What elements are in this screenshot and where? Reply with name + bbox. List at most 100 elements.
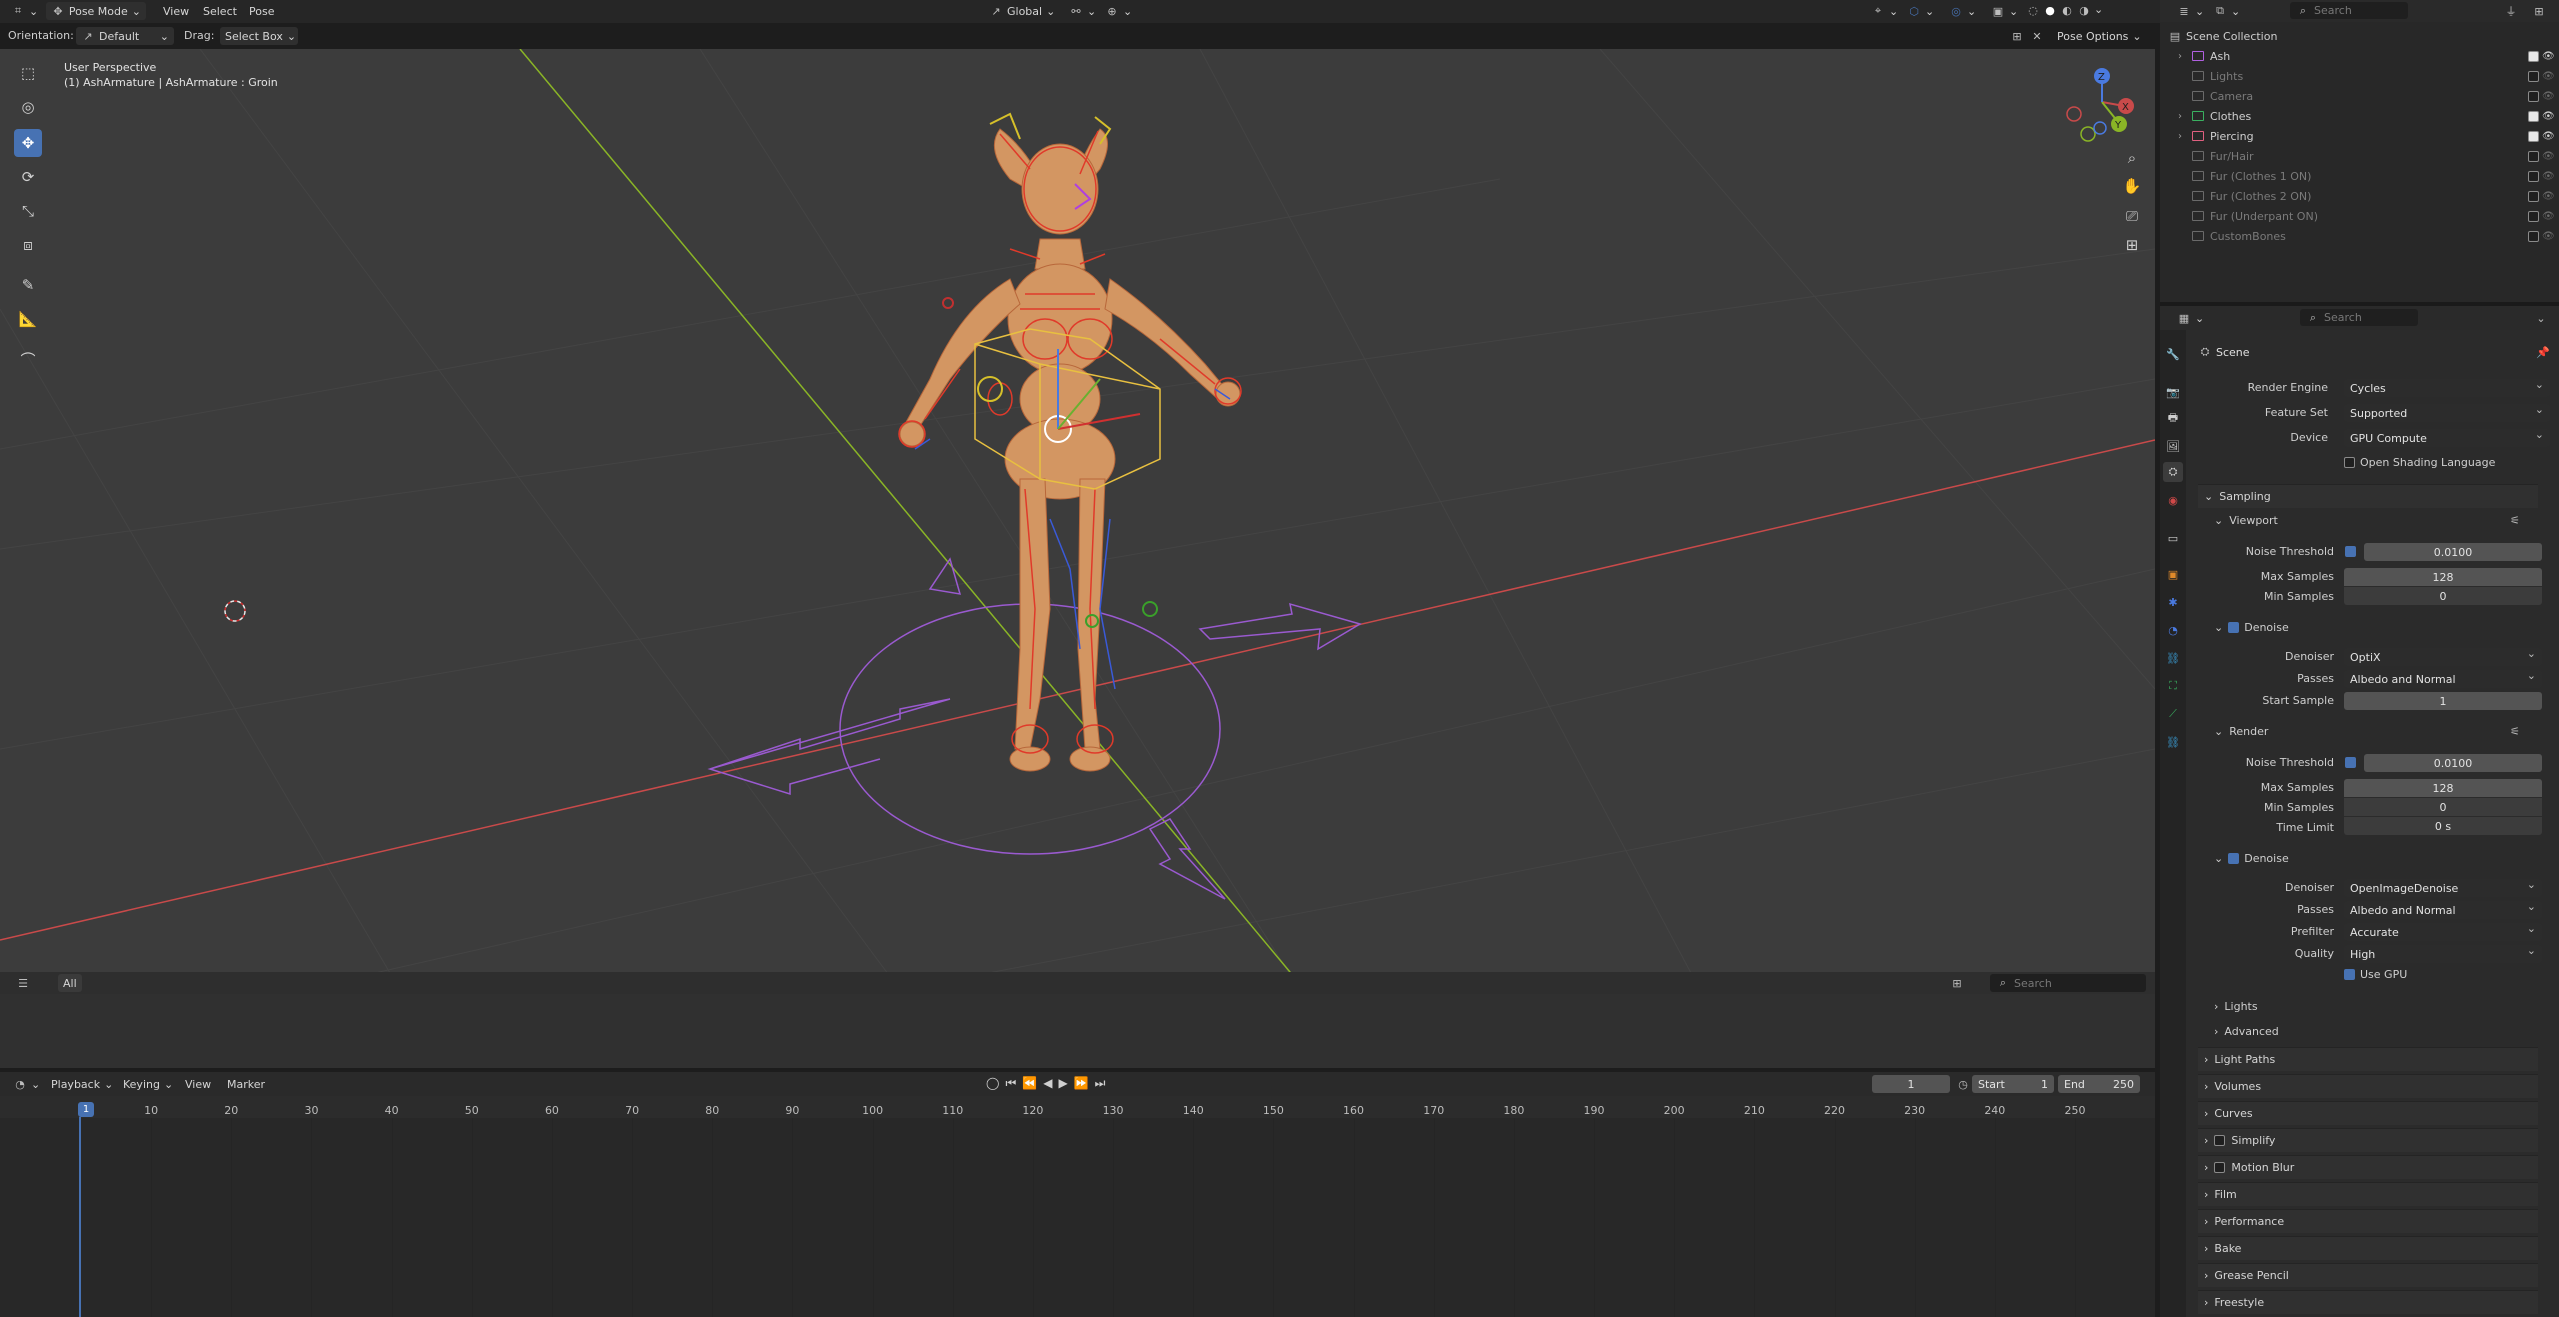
tab-output[interactable]: 🖶 (2163, 408, 2183, 428)
eye-icon[interactable]: 👁 (2542, 111, 2555, 122)
r-passes-dropdown[interactable]: Albedo and Normal (2344, 900, 2542, 919)
tab-collection[interactable]: ▭ (2163, 528, 2183, 548)
panel-bake[interactable]: › Bake (2198, 1236, 2538, 1260)
exclude-checkbox[interactable] (2528, 190, 2539, 202)
prev-keyframe-icon[interactable]: ⏪ (1022, 1076, 1037, 1091)
drag-dropdown[interactable]: Select Box ⌄ (220, 27, 298, 45)
panel-motion-blur[interactable]: › Motion Blur (2198, 1155, 2538, 1179)
expand-arrow-icon[interactable]: › (2178, 111, 2182, 122)
expand-arrow-icon[interactable]: › (2178, 131, 2182, 142)
outliner-item-7[interactable]: Fur (Clothes 2 ON) 👁 (2160, 186, 2559, 206)
expand-arrow-icon[interactable]: › (2178, 51, 2182, 62)
device-dropdown[interactable]: GPU Compute (2344, 428, 2550, 447)
menu-pose[interactable]: Pose (244, 2, 279, 20)
pin-icon[interactable]: 📌 (2536, 345, 2550, 359)
outliner-editor-type[interactable]: ≣ ⌄ (2172, 2, 2209, 20)
viewport-presets-icon[interactable]: ⚟ (2508, 513, 2522, 527)
panel-enable-checkbox[interactable] (2214, 1162, 2226, 1173)
panel-curves[interactable]: › Curves (2198, 1101, 2538, 1125)
panel-simplify[interactable]: › Simplify (2198, 1128, 2538, 1152)
tab-render[interactable]: 📷 (2163, 382, 2183, 402)
asset-search-input[interactable]: ⌕ Search (1990, 974, 2146, 992)
tab-constraints[interactable]: ⛓ (2163, 648, 2183, 668)
end-frame-field[interactable]: End 250 (2058, 1075, 2140, 1093)
mode-dropdown[interactable]: ✥ Pose Mode ⌄ (46, 2, 146, 20)
panel-grease-pencil[interactable]: › Grease Pencil (2198, 1263, 2538, 1287)
exclude-checkbox[interactable] (2528, 230, 2539, 242)
camera-view-button[interactable]: ⎚ (2120, 201, 2144, 231)
vp-denoise-checkbox[interactable] (2228, 621, 2240, 633)
timeline-editor-type[interactable]: ◔ ⌄ (8, 1075, 45, 1093)
outliner-item-3[interactable]: › Clothes 👁 (2160, 106, 2559, 126)
menu-keying[interactable]: Keying ⌄ (118, 1075, 178, 1093)
vp-passes-dropdown[interactable]: Albedo and Normal (2344, 669, 2542, 688)
outliner-item-6[interactable]: Fur (Clothes 1 ON) 👁 (2160, 166, 2559, 186)
properties-editor-type[interactable]: ▦ ⌄ (2172, 309, 2209, 327)
measure-tool[interactable]: 📐 (14, 305, 42, 333)
tab-tool[interactable]: 🔧 (2163, 344, 2183, 364)
annotate-tool[interactable]: ✎ (14, 271, 42, 299)
r-time-field[interactable]: 0 s (2344, 817, 2542, 835)
eye-icon[interactable]: 👁 (2542, 231, 2555, 242)
play-reverse-icon[interactable]: ◀ (1043, 1076, 1052, 1091)
r-noise-field[interactable]: 0.0100 (2364, 754, 2542, 772)
xray-toggle[interactable]: ▣ ⌄ (1986, 2, 2023, 20)
sampling-panel-header[interactable]: ⌄ Sampling (2198, 484, 2538, 508)
transform-orientation-dropdown[interactable]: ↗ Global ⌄ (984, 2, 1060, 20)
tab-view-layer[interactable]: 🖼 (2163, 436, 2183, 456)
eye-icon[interactable]: 👁 (2542, 91, 2555, 102)
eye-icon[interactable]: 👁 (2542, 71, 2555, 82)
panel-volumes[interactable]: › Volumes (2198, 1074, 2538, 1098)
shading-solid-icon[interactable]: ● (2043, 3, 2057, 17)
render-engine-dropdown[interactable]: Cycles (2344, 378, 2550, 397)
vp-start-field[interactable]: 1 (2344, 692, 2542, 710)
outliner-search-input[interactable]: ⌕ Search (2290, 2, 2408, 19)
pose-options-button[interactable]: Pose Options ⌄ (2052, 27, 2147, 45)
vp-max-field[interactable]: 128 (2344, 568, 2542, 586)
shading-material-icon[interactable]: ◐ (2060, 3, 2074, 17)
menu-icon[interactable]: ☰ (16, 976, 30, 990)
menu-view[interactable]: View (158, 2, 194, 20)
outliner-item-4[interactable]: › Piercing 👁 (2160, 126, 2559, 146)
menu-timeline-view[interactable]: View (180, 1075, 216, 1093)
panel-film[interactable]: › Film (2198, 1182, 2538, 1206)
select-box-tool[interactable]: ⬚ (14, 59, 42, 87)
exclude-checkbox[interactable] (2528, 130, 2539, 142)
snap-dropdown[interactable]: ⊕ ⌄ (1100, 2, 1137, 20)
advanced-subpanel-header[interactable]: › Advanced (2214, 1021, 2534, 1041)
rotate-tool[interactable]: ⟳ (14, 163, 42, 191)
tab-bone-constraints[interactable]: ⛓ (2163, 732, 2183, 752)
exclude-checkbox[interactable] (2528, 110, 2539, 122)
ortho-toggle-button[interactable]: ⊞ (2120, 231, 2144, 259)
asset-filter-all[interactable]: All (58, 974, 82, 992)
eye-icon[interactable]: 👁 (2542, 51, 2555, 62)
start-frame-field[interactable]: Start 1 (1972, 1075, 2054, 1093)
r-prefilter-dropdown[interactable]: Accurate (2344, 922, 2542, 941)
playhead[interactable]: 1 (78, 1102, 94, 1117)
r-max-field[interactable]: 128 (2344, 779, 2542, 797)
panel-enable-checkbox[interactable] (2214, 1135, 2226, 1146)
navigation-gizmo[interactable]: X Y Z (2062, 62, 2142, 142)
new-collection-icon[interactable]: ⊞ (2532, 4, 2546, 18)
current-frame-field[interactable]: 1 (1872, 1075, 1950, 1093)
outliner-item-8[interactable]: Fur (Underpant ON) 👁 (2160, 206, 2559, 226)
zoom-button[interactable]: ⌕ (2120, 145, 2144, 171)
eye-icon[interactable]: 👁 (2542, 151, 2555, 162)
bone-envelope-tool[interactable]: ⌒ (14, 345, 42, 373)
feature-set-dropdown[interactable]: Supported (2344, 403, 2550, 422)
exclude-checkbox[interactable] (2528, 170, 2539, 182)
display-mode-icon[interactable]: ⊞ (1950, 976, 1964, 990)
vp-noise-field[interactable]: 0.0100 (2364, 543, 2542, 561)
next-keyframe-icon[interactable]: ⏩ (1074, 1076, 1089, 1091)
jump-end-icon[interactable]: ⏭ (1095, 1076, 1106, 1091)
r-denoiser-dropdown[interactable]: OpenImageDenoise (2344, 878, 2542, 897)
render-subpanel-header[interactable]: ⌄ Render (2214, 721, 2534, 741)
tab-modifiers[interactable]: ✱ (2163, 592, 2183, 612)
close-icon[interactable]: ✕ (2030, 29, 2044, 43)
pan-button[interactable]: ✋ (2120, 171, 2144, 201)
3d-viewport[interactable]: User Perspective (1) AshArmature | AshAr… (0, 49, 2155, 990)
scale-tool[interactable]: ⤡ (14, 197, 42, 225)
gizmo-toggle[interactable]: ⬡ ⌄ (1902, 2, 1939, 20)
outliner-item-2[interactable]: Camera 👁 (2160, 86, 2559, 106)
tab-bone[interactable]: ⟋ (2163, 704, 2183, 724)
